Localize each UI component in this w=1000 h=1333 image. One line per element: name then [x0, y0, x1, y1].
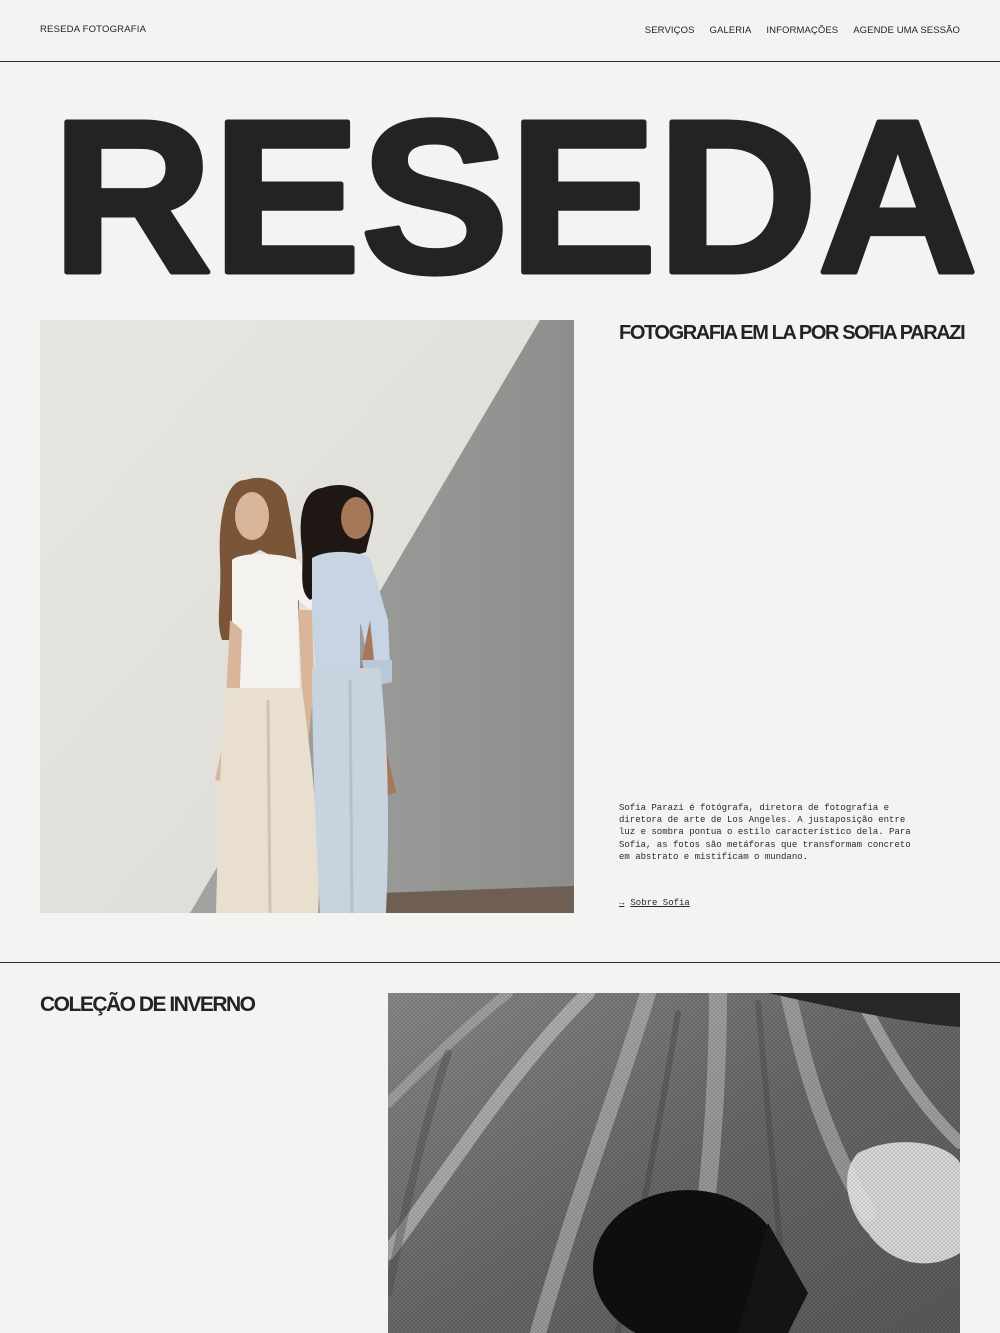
portrait-photo: [40, 320, 574, 913]
nav-item-agende-sessao[interactable]: AGENDE UMA SESSÃO: [853, 25, 960, 36]
main-nav: SERVIÇOS GALERIA INFORMAÇÕES AGENDE UMA …: [645, 25, 960, 36]
intro-bio: Sofia Parazi é fotógrafa, diretora de fo…: [619, 803, 911, 862]
section-divider: [0, 962, 1000, 963]
winter-collection-photo[interactable]: [388, 993, 960, 1333]
brand-link[interactable]: RESEDA FOTOGRAFIA: [40, 24, 146, 35]
page: RESEDA FOTOGRAFIA SERVIÇOS GALERIA INFOR…: [0, 0, 1000, 1333]
nav-item-galeria[interactable]: GALERIA: [710, 25, 752, 36]
collection-title: COLEÇÃO DE INVERNO: [40, 993, 256, 1016]
nav-item-informacoes[interactable]: INFORMAÇÕES: [766, 25, 838, 36]
about-sofia-link-label: Sobre Sofia: [630, 898, 690, 908]
hero-wordmark-svg: RESEDA: [52, 96, 981, 286]
portrait-photo-illustration: [40, 320, 574, 913]
winter-collection-photo-illustration: [388, 993, 960, 1333]
hero-wordmark-text: RESEDA: [52, 96, 978, 286]
site-header: RESEDA FOTOGRAFIA SERVIÇOS GALERIA INFOR…: [0, 0, 1000, 62]
arrow-right-icon: →: [619, 898, 625, 908]
about-sofia-link[interactable]: → Sobre Sofia: [619, 898, 690, 908]
nav-item-servicos[interactable]: SERVIÇOS: [645, 25, 695, 36]
hero-wordmark: RESEDA: [52, 96, 982, 286]
intro-tagline: FOTOGRAFIA EM LA POR SOFIA PARAZI: [619, 322, 966, 344]
